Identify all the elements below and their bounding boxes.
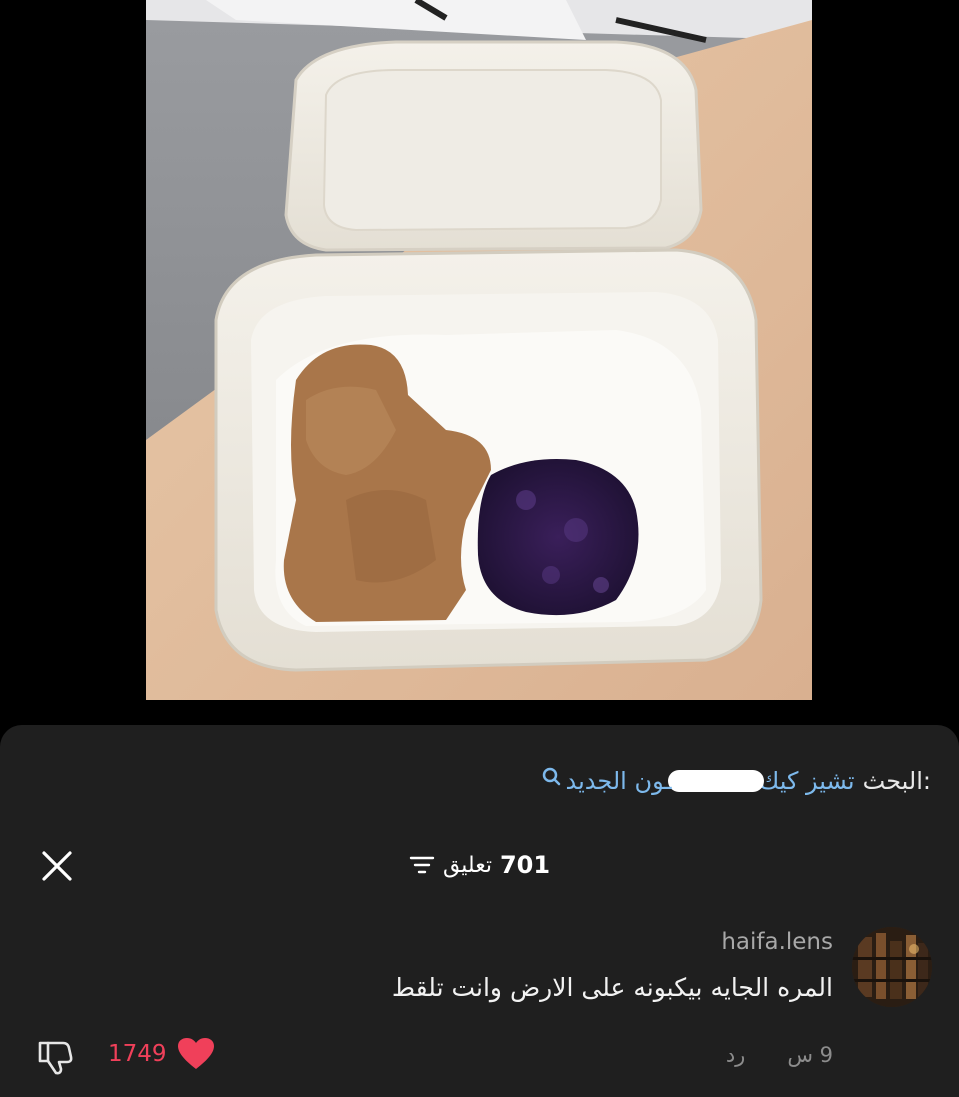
thumbs-down-icon[interactable] — [34, 1037, 74, 1077]
comment-count-number: 701 — [499, 851, 551, 879]
comment-count-label: تعليق — [442, 852, 492, 878]
comment-text: المره الجايه بيكبونه على الارض وانت تلقط — [391, 973, 833, 1002]
search-query-link[interactable]: تشيز كيك ـون الجديد — [541, 767, 855, 795]
comment-time: 9 س — [787, 1043, 833, 1067]
comment-meta: 9 س رد — [726, 1043, 833, 1067]
redacted-block — [667, 770, 764, 792]
like-button[interactable]: 1749 — [108, 1037, 215, 1071]
cheesecake-box-image — [146, 0, 812, 700]
search-suggestion[interactable]: البحث: تشيز كيك ـون الجديد — [541, 761, 931, 801]
search-query-part-1: تشيز كيك — [759, 767, 855, 795]
sort-icon — [409, 856, 435, 874]
like-count: 1749 — [108, 1041, 167, 1067]
comment-username[interactable]: haifa.lens — [721, 929, 833, 955]
avatar-image — [852, 927, 932, 1007]
comments-header: تعليق 701 — [0, 843, 959, 887]
search-prefix-label: البحث: — [862, 767, 931, 795]
screen: البحث: تشيز كيك ـون الجديد تعليق 701 hai… — [0, 0, 959, 1097]
reply-button[interactable]: رد — [726, 1043, 746, 1067]
post-photo[interactable] — [146, 0, 812, 700]
heart-icon — [177, 1038, 214, 1069]
comment-item: haifa.lens المره الجايه بيكبونه على الار… — [0, 923, 959, 1083]
avatar[interactable] — [852, 927, 932, 1007]
comments-sheet: البحث: تشيز كيك ـون الجديد تعليق 701 hai… — [0, 725, 959, 1097]
comment-count[interactable]: تعليق 701 — [0, 847, 959, 883]
search-query-part-2: ـون الجديد — [565, 767, 672, 795]
search-icon — [543, 767, 561, 786]
